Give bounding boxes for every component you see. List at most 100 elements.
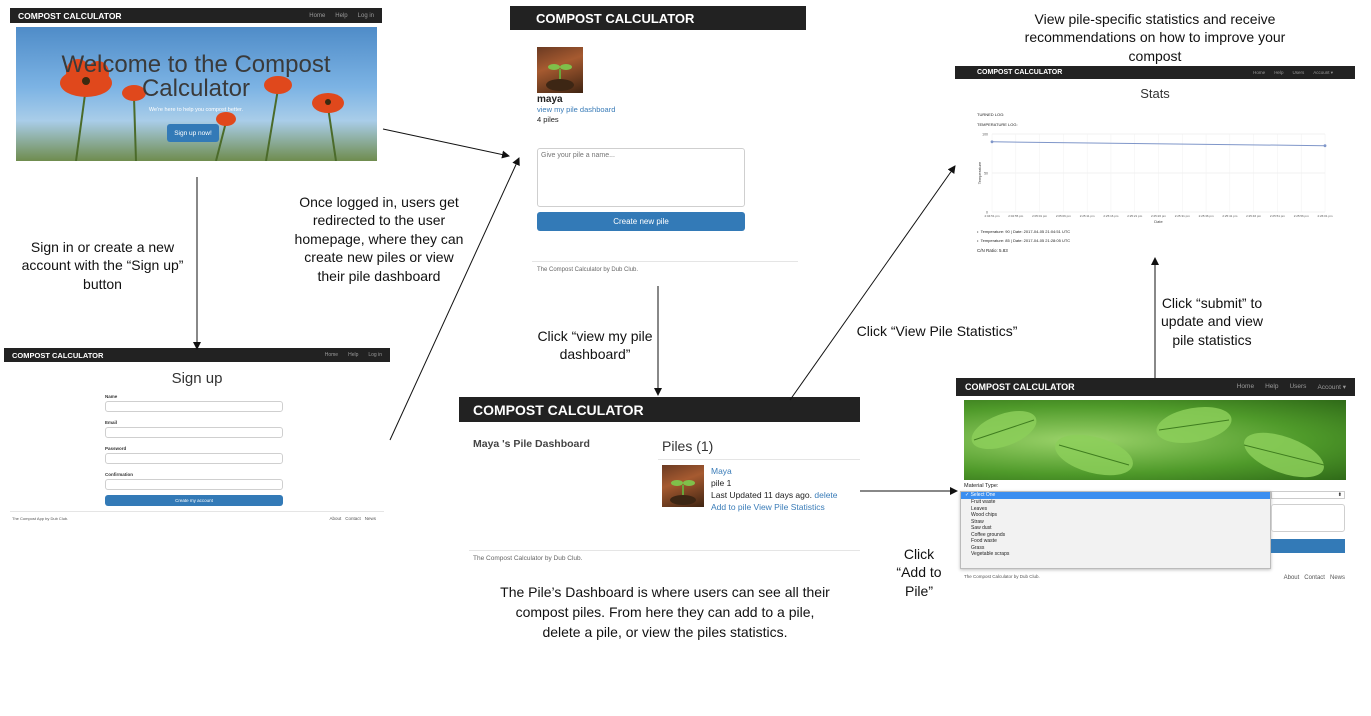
brand-logo[interactable]: COMPOST CALCULATOR xyxy=(536,11,694,26)
nav-home[interactable]: Home xyxy=(309,13,325,19)
add-to-pile-screen: COMPOST CALCULATOR Home Help Users Accou… xyxy=(956,378,1355,586)
navbar: COMPOST CALCULATOR xyxy=(459,397,860,422)
nav-help[interactable]: Help xyxy=(1265,383,1278,391)
data-point xyxy=(1323,144,1327,148)
footer-text: The Compost App by Dub Club. xyxy=(12,516,69,521)
dashboard-screen: COMPOST CALCULATOR Maya 's Pile Dashboar… xyxy=(459,397,860,569)
x-tick-label: 2:25:16 pm xyxy=(1103,214,1119,218)
email-field[interactable] xyxy=(105,427,283,438)
footer-news-link[interactable]: News xyxy=(365,516,376,521)
brand-logo[interactable]: COMPOST CALCULATOR xyxy=(18,11,122,21)
y-tick-label: 100 xyxy=(982,133,988,137)
submit-button[interactable] xyxy=(1271,539,1345,553)
view-statistics-link[interactable]: View Pile Statistics xyxy=(754,502,825,512)
footer-about-link[interactable]: About xyxy=(1284,575,1300,581)
password-label: Password xyxy=(105,446,127,451)
x-tick-label: 2:04:55 pm xyxy=(1008,214,1024,218)
signup-screen: COMPOST CALCULATOR Home Help Log in Sign… xyxy=(4,348,390,528)
dropdown-option-selected[interactable]: ✓ Select One xyxy=(961,492,1270,499)
hero-banner: Welcome to the Compost Calculator We're … xyxy=(16,27,377,161)
material-dropdown-list[interactable]: ✓ Select One Fruit waste Leaves Wood chips… xyxy=(960,491,1271,569)
nav-help[interactable]: Help xyxy=(1274,70,1283,76)
nav-help[interactable]: Help xyxy=(348,352,358,358)
home-screen: COMPOST CALCULATOR Home Help Log in Welc… xyxy=(10,8,382,165)
confirmation-field[interactable] xyxy=(105,479,283,490)
page-title: Sign up xyxy=(171,370,223,387)
password-field[interactable] xyxy=(105,453,283,464)
create-account-button[interactable]: Create my account xyxy=(105,495,283,506)
arrow-dashboard-to-stats xyxy=(789,165,956,401)
brand-logo[interactable]: COMPOST CALCULATOR xyxy=(965,382,1075,392)
leaves-image xyxy=(971,407,1325,478)
x-tick-label: 2:05:01 pm xyxy=(1032,214,1048,218)
nav-account-menu[interactable]: Account ▾ xyxy=(1313,70,1333,76)
temperature-chart: 0501002:04:51 pm 2:04:55 pm 2:05:01 pm 2:05… xyxy=(977,133,1333,225)
x-tick-label: 2:25:31 pm xyxy=(1175,214,1191,218)
turned-log-label: TURNED LOG: xyxy=(977,112,1005,117)
x-tick-label: 2:26:01 pm xyxy=(1317,214,1333,218)
pile-name-link[interactable]: Maya xyxy=(711,466,732,476)
nav-login[interactable]: Log in xyxy=(368,352,382,358)
temperature-log-label: TEMPERATURE LOG: xyxy=(977,122,1018,127)
name-label: Name xyxy=(105,394,118,399)
footer-contact-link[interactable]: Contact xyxy=(345,516,361,521)
brand-logo[interactable]: COMPOST CALCULATOR xyxy=(977,69,1062,76)
name-field[interactable] xyxy=(105,401,283,412)
caption-dashboard-description: The Pile’s Dashboard is where users can … xyxy=(500,584,830,640)
nav-home[interactable]: Home xyxy=(1237,383,1254,391)
nav-home[interactable]: Home xyxy=(325,352,338,358)
caption-view-dashboard: Click “view my pile dashboard” xyxy=(537,328,653,363)
pile-name-input[interactable] xyxy=(537,148,745,207)
material-type-label: Material Type: xyxy=(964,483,999,489)
navbar: COMPOST CALCULATOR Home Help Log in xyxy=(4,348,390,362)
nav-login[interactable]: Log in xyxy=(358,13,374,19)
signup-now-button[interactable]: Sign up now! xyxy=(167,124,219,142)
nav-users[interactable]: Users xyxy=(1289,383,1306,391)
x-tick-label: 2:05:06 pm xyxy=(1056,214,1072,218)
y-tick-label: 50 xyxy=(984,172,988,176)
brand-logo[interactable]: COMPOST CALCULATOR xyxy=(473,402,644,418)
footer-text: The Compost Calculator by Dub Club. xyxy=(473,555,583,562)
view-dashboard-link[interactable]: view my pile dashboard xyxy=(537,105,615,114)
x-axis-label: Date xyxy=(1154,219,1163,224)
footer-about-link[interactable]: About xyxy=(329,516,341,521)
hero-title: Welcome to the Compost Calculator xyxy=(61,51,331,102)
navbar: COMPOST CALCULATOR xyxy=(510,6,806,30)
temperature-entry: • Temperature: 90 | Date: 2017-04-05 21:… xyxy=(977,229,1071,234)
piles-title: Piles (1) xyxy=(662,438,714,454)
add-to-pile-link[interactable]: Add to pile xyxy=(711,502,751,512)
create-pile-button[interactable]: Create new pile xyxy=(537,212,745,231)
x-tick-label: 2:25:11 pm xyxy=(1080,214,1095,218)
nav-users[interactable]: Users xyxy=(1292,70,1304,76)
material-select[interactable]: ⬍ xyxy=(1271,491,1345,499)
email-label: Email xyxy=(105,420,118,425)
footer-contact-link[interactable]: Contact xyxy=(1304,575,1325,581)
navbar: COMPOST CALCULATOR Home Help Users Accou… xyxy=(956,378,1355,396)
nav-account-menu[interactable]: Account ▾ xyxy=(1317,383,1346,391)
notes-textarea[interactable] xyxy=(1271,504,1345,532)
navbar: COMPOST CALCULATOR Home Help Log in xyxy=(10,8,382,23)
pile-count: 4 piles xyxy=(537,115,559,124)
last-updated-text: Last Updated 11 days ago. xyxy=(711,490,812,500)
delete-pile-link[interactable]: delete xyxy=(814,490,837,500)
page-title: Stats xyxy=(1140,86,1170,101)
nav-home[interactable]: Home xyxy=(1253,70,1265,76)
user-home-screen: COMPOST CALCULATOR maya view my pile das… xyxy=(510,6,806,282)
username: maya xyxy=(537,94,563,105)
avatar xyxy=(537,47,583,93)
x-tick-label: 2:25:56 pm xyxy=(1294,214,1310,218)
brand-logo[interactable]: COMPOST CALCULATOR xyxy=(12,351,103,360)
caption-submit: Click “submit” to update and view pile s… xyxy=(1161,295,1263,348)
temperature-entry: • Temperature: 85 | Date: 2017-04-05 21:… xyxy=(977,238,1071,243)
dropdown-option[interactable]: Vegetable scraps xyxy=(961,551,1270,558)
x-tick-label: 2:25:51 pm xyxy=(1270,214,1286,218)
caption-add-pile: Click “Add to Pile” xyxy=(896,546,942,599)
nav-help[interactable]: Help xyxy=(335,13,347,19)
caption-stats-description: View pile-specific statistics and receiv… xyxy=(1024,11,1286,64)
dashboard-heading: Maya 's Pile Dashboard xyxy=(473,438,590,450)
x-tick-label: 2:25:41 pm xyxy=(1222,214,1238,218)
x-tick-label: 2:25:26 pm xyxy=(1151,214,1167,218)
footer-text: The Compost Calculator by Dub Club. xyxy=(537,267,639,273)
footer-news-link[interactable]: News xyxy=(1330,575,1345,581)
data-point xyxy=(990,140,994,144)
